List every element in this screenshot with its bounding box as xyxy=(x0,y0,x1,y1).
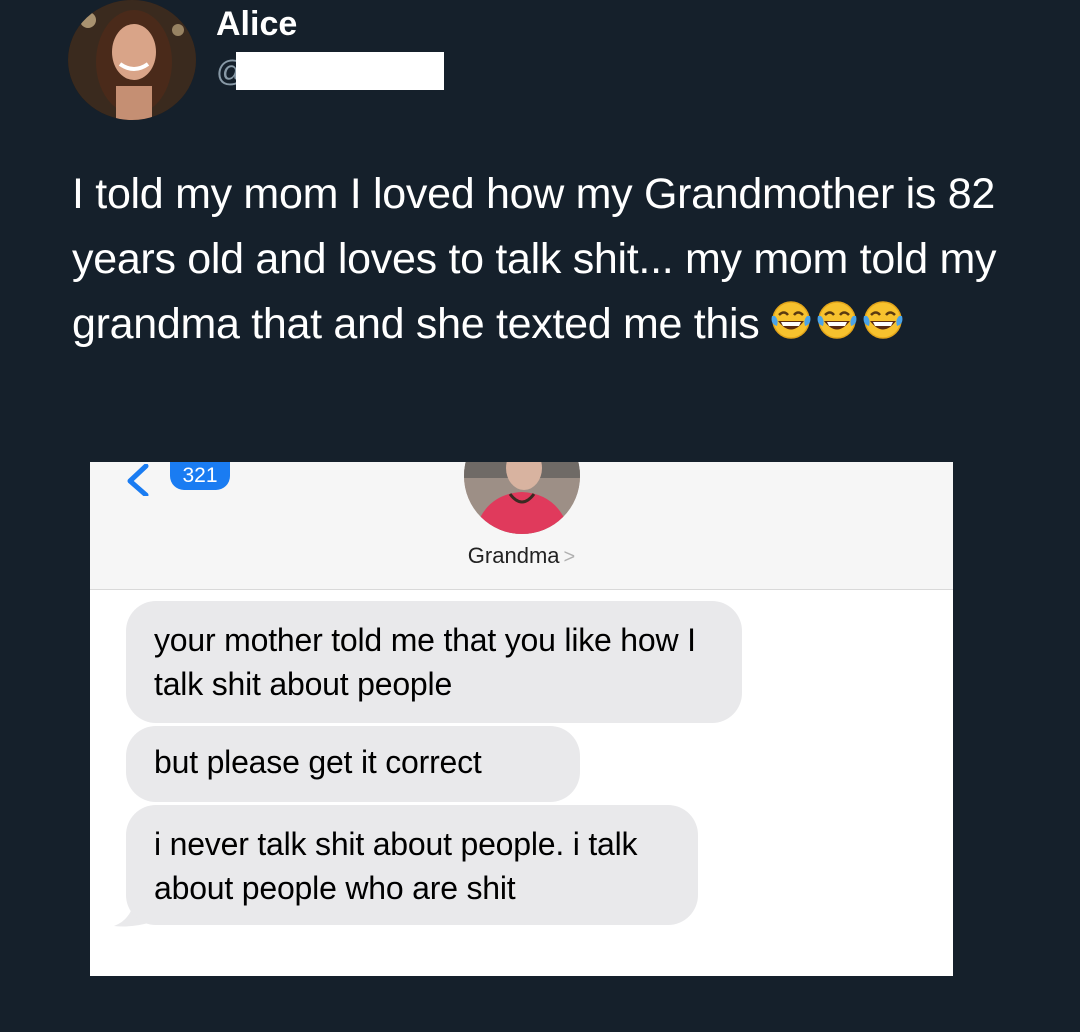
chevron-left-icon[interactable] xyxy=(124,464,152,496)
attached-screenshot[interactable]: 321 Grandma > your mother told me that yo… xyxy=(90,462,953,976)
user-handle[interactable]: @ xyxy=(216,52,444,92)
contact-avatar[interactable] xyxy=(464,462,580,534)
contact-photo xyxy=(464,462,580,534)
profile-photo xyxy=(68,0,196,120)
display-name[interactable]: Alice xyxy=(216,2,297,46)
unread-count-badge[interactable]: 321 xyxy=(170,462,230,490)
emoji-row xyxy=(769,298,905,342)
contact-name: Grandma xyxy=(467,543,560,568)
contact-name-link[interactable]: Grandma > xyxy=(90,542,953,571)
message-bubble[interactable]: i never talk shit about people. i talk a… xyxy=(126,805,698,925)
face-with-tears-of-joy-icon xyxy=(772,301,811,339)
message-bubble[interactable]: your mother told me that you like how I … xyxy=(126,601,742,723)
profile-avatar[interactable] xyxy=(68,0,196,120)
face-with-tears-of-joy-icon xyxy=(818,301,857,339)
handle-redaction xyxy=(236,52,444,90)
tweet-text: I told my mom I loved how my Grandmother… xyxy=(72,162,1032,357)
face-with-tears-of-joy-icon xyxy=(864,301,903,339)
message-bubble[interactable]: but please get it correct xyxy=(126,726,580,802)
conversation-header: 321 Grandma > xyxy=(90,462,953,590)
chevron-right-icon: > xyxy=(563,546,576,568)
